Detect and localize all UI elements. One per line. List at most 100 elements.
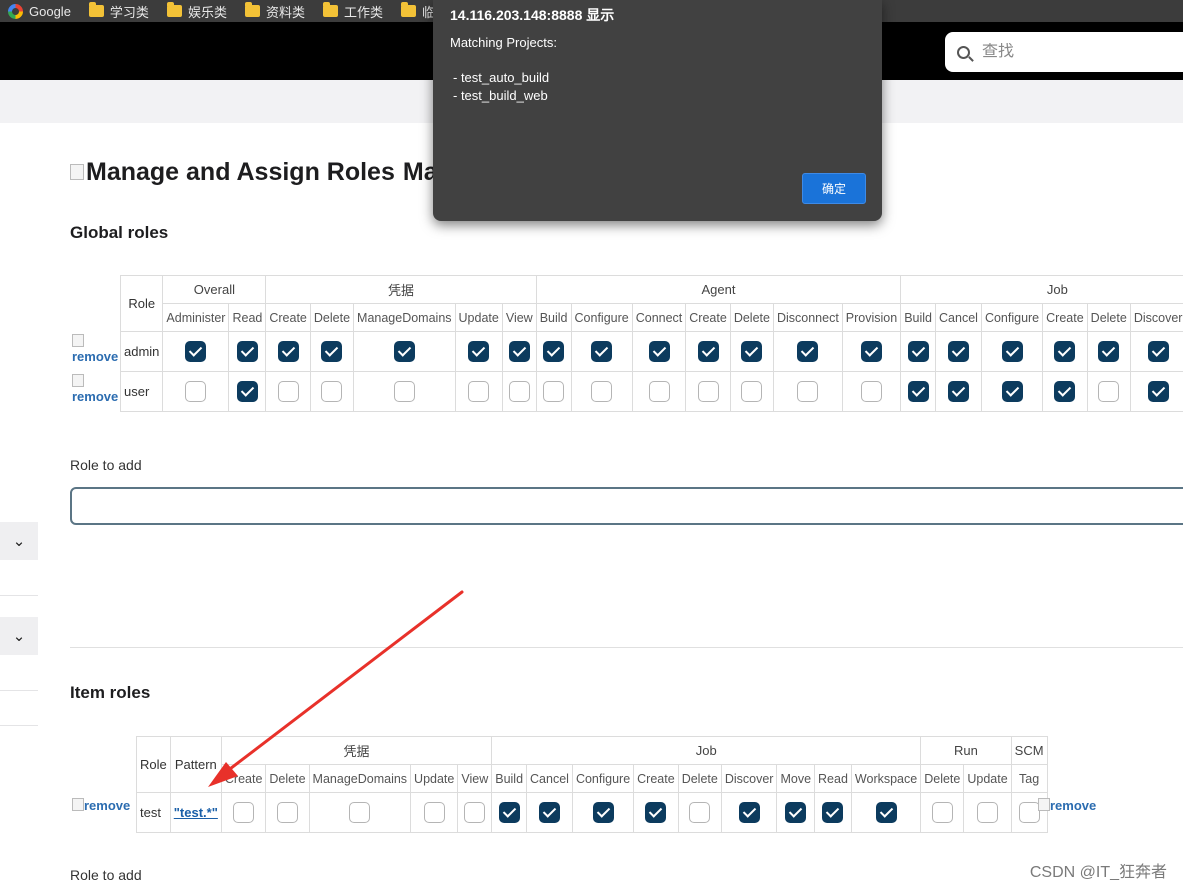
- permission-checkbox-unchecked[interactable]: [689, 802, 711, 823]
- remove-label: remove: [72, 349, 119, 364]
- search-box[interactable]: [945, 32, 1183, 72]
- permission-checkbox-checked[interactable]: [741, 341, 763, 362]
- permission-checkbox-checked[interactable]: [648, 341, 670, 362]
- permission-checkbox-checked[interactable]: [592, 802, 614, 823]
- permission-checkbox-unchecked[interactable]: [349, 802, 371, 823]
- permission-cell: [454, 331, 503, 372]
- permission-cell: [685, 371, 731, 412]
- permission-checkbox-unchecked[interactable]: [464, 802, 486, 823]
- broken-image-icon: [1038, 798, 1050, 811]
- permission-checkbox-unchecked[interactable]: [931, 802, 953, 823]
- sidebar-dropdown-2[interactable]: ⌄: [0, 617, 38, 655]
- permission-checkbox-unchecked[interactable]: [977, 802, 999, 823]
- permission-checkbox-unchecked[interactable]: [321, 381, 343, 402]
- permission-checkbox-checked[interactable]: [591, 341, 613, 362]
- permission-checkbox-checked[interactable]: [1147, 381, 1169, 402]
- permission-checkbox-checked[interactable]: [861, 341, 882, 362]
- permission-checkbox-checked[interactable]: [538, 802, 560, 823]
- permission-checkbox-unchecked[interactable]: [393, 381, 415, 402]
- remove-role-user-link[interactable]: remove: [72, 374, 118, 404]
- role-name-cell: user: [119, 371, 164, 412]
- permission-checkbox-unchecked[interactable]: [741, 381, 763, 402]
- permission-header-delete: Delete: [265, 764, 310, 793]
- permission-checkbox-unchecked[interactable]: [797, 381, 819, 402]
- permission-checkbox-checked[interactable]: [875, 802, 897, 823]
- pattern-link[interactable]: "test.*": [174, 805, 218, 820]
- permission-checkbox-checked[interactable]: [785, 802, 807, 823]
- permission-cell: [685, 331, 731, 372]
- permission-checkbox-checked[interactable]: [907, 341, 929, 362]
- watermark: CSDN @IT_狂奔者: [1029, 864, 1167, 881]
- google-icon: [8, 3, 23, 19]
- search-input[interactable]: [982, 43, 1162, 61]
- bookmark-folder-study[interactable]: 学习类: [88, 2, 149, 21]
- permission-checkbox-checked[interactable]: [185, 341, 207, 362]
- permission-checkbox-checked[interactable]: [947, 341, 969, 362]
- permission-group-header: 凭据: [265, 275, 537, 304]
- remove-role-admin-link[interactable]: remove: [72, 334, 118, 364]
- permission-checkbox-checked[interactable]: [797, 341, 819, 362]
- permission-cell: [220, 792, 267, 833]
- permission-checkbox-unchecked[interactable]: [648, 381, 670, 402]
- permission-checkbox-checked[interactable]: [645, 802, 667, 823]
- permission-checkbox-checked[interactable]: [1001, 381, 1023, 402]
- permission-checkbox-checked[interactable]: [236, 341, 258, 362]
- chevron-down-icon: ⌄: [12, 533, 26, 550]
- permission-checkbox-checked[interactable]: [498, 802, 520, 823]
- permission-checkbox-checked[interactable]: [947, 381, 969, 402]
- permission-cell: [265, 371, 311, 412]
- permission-cell: [631, 331, 687, 372]
- bookmark-google[interactable]: Google: [8, 3, 71, 19]
- permission-checkbox-checked[interactable]: [1054, 341, 1076, 362]
- table-row: user: [119, 371, 1183, 412]
- permission-cell: [980, 371, 1044, 412]
- permission-checkbox-checked[interactable]: [277, 341, 299, 362]
- permission-checkbox-checked[interactable]: [1001, 341, 1023, 362]
- permission-cell: [729, 331, 774, 372]
- permission-cell: [265, 792, 310, 833]
- permission-checkbox-unchecked[interactable]: [1098, 381, 1120, 402]
- permission-checkbox-unchecked[interactable]: [233, 802, 255, 823]
- permission-checkbox-checked[interactable]: [1098, 341, 1120, 362]
- permission-checkbox-unchecked[interactable]: [276, 802, 298, 823]
- table-row: admin: [119, 331, 1183, 372]
- permission-cell: [900, 331, 937, 372]
- sidebar-divider: [0, 690, 38, 691]
- remove-item-role-link-right[interactable]: remove: [1038, 798, 1096, 813]
- permission-checkbox-unchecked[interactable]: [277, 381, 299, 402]
- permission-header-administer: Administer: [162, 303, 230, 332]
- permission-checkbox-unchecked[interactable]: [423, 802, 445, 823]
- bookmark-folder-resources[interactable]: 资料类: [244, 2, 305, 21]
- permission-checkbox-checked[interactable]: [822, 802, 844, 823]
- permission-checkbox-checked[interactable]: [1147, 341, 1169, 362]
- permission-checkbox-checked[interactable]: [907, 381, 929, 402]
- permission-checkbox-checked[interactable]: [543, 341, 565, 362]
- permission-checkbox-unchecked[interactable]: [1018, 802, 1040, 823]
- ok-button[interactable]: 确定: [802, 173, 866, 204]
- permission-checkbox-unchecked[interactable]: [861, 381, 882, 402]
- permission-checkbox-unchecked[interactable]: [508, 381, 530, 402]
- permission-checkbox-unchecked[interactable]: [468, 381, 490, 402]
- permission-checkbox-unchecked[interactable]: [185, 381, 207, 402]
- permission-checkbox-checked[interactable]: [236, 381, 258, 402]
- bookmark-folder-work[interactable]: 工作类: [322, 2, 383, 21]
- permission-checkbox-checked[interactable]: [468, 341, 490, 362]
- bookmark-folder-entertainment[interactable]: 娱乐类: [166, 2, 227, 21]
- permission-checkbox-checked[interactable]: [393, 341, 415, 362]
- permission-checkbox-checked[interactable]: [697, 341, 719, 362]
- sidebar-dropdown-1[interactable]: ⌄: [0, 522, 38, 560]
- permission-checkbox-checked[interactable]: [321, 341, 343, 362]
- dialog-project-item: - test_auto_build: [453, 70, 550, 85]
- permission-checkbox-unchecked[interactable]: [591, 381, 613, 402]
- permission-checkbox-checked[interactable]: [1054, 381, 1076, 402]
- permission-group-header: 凭据: [220, 736, 493, 765]
- permission-checkbox-checked[interactable]: [508, 341, 530, 362]
- permission-checkbox-unchecked[interactable]: [543, 381, 565, 402]
- bookmark-label: 工作类: [343, 4, 383, 20]
- permission-checkbox-checked[interactable]: [738, 802, 760, 823]
- permission-header-connect: Connect: [631, 303, 687, 332]
- permission-checkbox-unchecked[interactable]: [697, 381, 719, 402]
- role-to-add-input[interactable]: [70, 487, 1183, 525]
- permission-header-read: Read: [228, 303, 267, 332]
- remove-item-role-link[interactable]: remove: [72, 798, 130, 813]
